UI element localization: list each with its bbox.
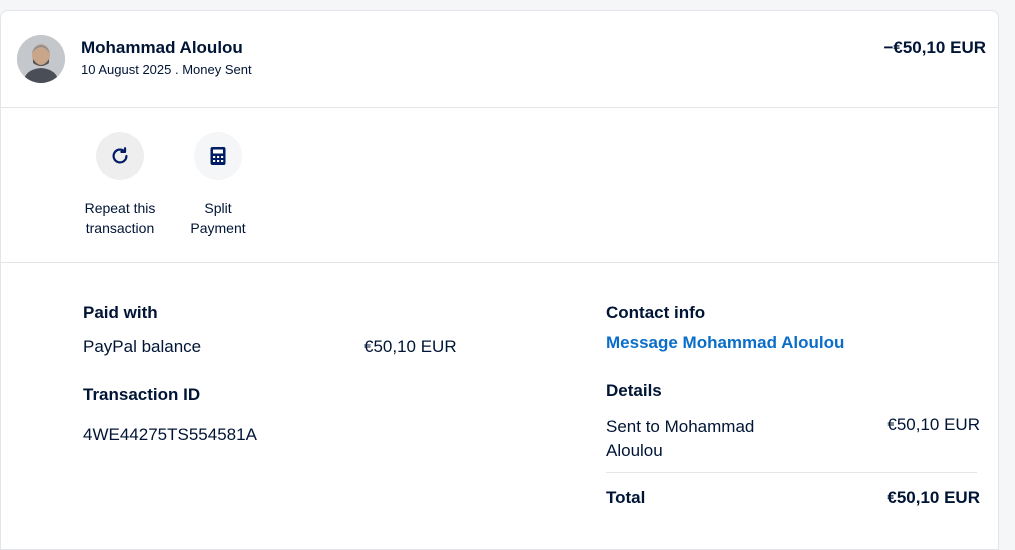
transaction-amount: −€50,10 EUR	[883, 38, 986, 57]
transaction-card: Mohammad Aloulou 10 August 2025 . Money …	[0, 10, 999, 550]
payment-method-amount: €50,10 EUR	[364, 337, 457, 356]
contact-name: Mohammad Aloulou	[81, 38, 243, 57]
repeat-transaction-label: Repeat this transaction	[84, 200, 156, 236]
avatar	[17, 35, 65, 83]
total-amount: €50,10 EUR	[887, 488, 980, 507]
transaction-id-value: 4WE44275TS554581A	[83, 425, 257, 444]
contact-info-title: Contact info	[606, 303, 706, 322]
split-payment-button[interactable]: Split Payment	[168, 132, 268, 238]
split-payment-label: Split Payment	[190, 200, 246, 236]
calculator-icon	[194, 132, 242, 180]
message-contact-link[interactable]: Message Mohammad Aloulou	[606, 333, 844, 353]
total-label: Total	[606, 488, 646, 507]
paid-with-title: Paid with	[83, 303, 158, 322]
transaction-header: Mohammad Aloulou 10 August 2025 . Money …	[1, 11, 998, 108]
details-title: Details	[606, 381, 662, 400]
details-divider	[606, 472, 977, 473]
action-bar: Repeat this transaction Split Payment	[1, 108, 998, 263]
transaction-id-title: Transaction ID	[83, 385, 201, 404]
sent-to-label: Sent to Mohammad Aloulou	[606, 417, 755, 460]
sent-to-amount: €50,10 EUR	[887, 415, 980, 434]
payment-method: PayPal balance	[83, 337, 202, 356]
transaction-date-type: 10 August 2025 . Money Sent	[81, 62, 252, 77]
repeat-icon	[96, 132, 144, 180]
repeat-transaction-button[interactable]: Repeat this transaction	[70, 132, 170, 238]
